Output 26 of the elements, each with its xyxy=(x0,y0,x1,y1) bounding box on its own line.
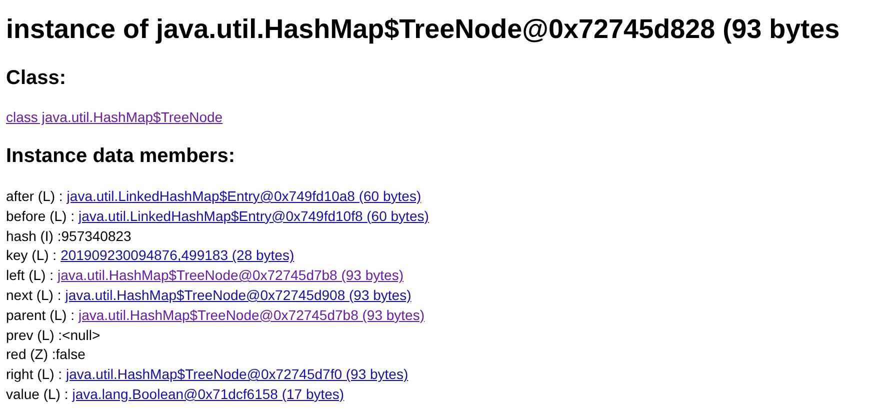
member-link[interactable]: java.util.HashMap$TreeNode@0x72745d7b8 (93 bytes) xyxy=(57,266,404,286)
member-label: hash (I) : xyxy=(6,226,62,246)
member-label: next (L) : xyxy=(6,286,62,305)
member-label: red (Z) : xyxy=(6,345,56,364)
member-label: key (L) : xyxy=(6,246,57,266)
member-label: value (L) : xyxy=(6,384,68,404)
member-label: before (L) : xyxy=(6,206,74,226)
member-link[interactable]: java.util.LinkedHashMap$Entry@0x749fd10a8 (60 bytes) xyxy=(66,187,422,207)
member-label: left (L) : xyxy=(6,266,54,286)
member-link[interactable]: 201909230094876,499183 (28 bytes) xyxy=(60,246,294,266)
page-title: instance of java.util.HashMap$TreeNode@0x72745d828 (93 bytes xyxy=(6,13,841,46)
member-label: parent (L) : xyxy=(6,306,74,325)
section-heading: Class: xyxy=(6,66,68,90)
member-value: <null> xyxy=(62,326,100,345)
member-link[interactable]: java.lang.Boolean@0x71dcf6158 (17 bytes) xyxy=(72,384,344,405)
member-link[interactable]: java.util.HashMap$TreeNode@0x72745d7f0 (93 bytes) xyxy=(66,365,408,385)
member-link[interactable]: java.util.HashMap$TreeNode@0x72745d908 (93 bytes) xyxy=(65,286,412,306)
section-heading: Instance data members: xyxy=(6,144,236,168)
member-link[interactable]: java.util.HashMap$TreeNode@0x72745d7b8 (93 bytes) xyxy=(78,306,424,326)
member-value: 957340823 xyxy=(61,226,132,246)
member-label: prev (L) : xyxy=(6,326,62,345)
member-link[interactable]: java.util.LinkedHashMap$Entry@0x749fd10f8 (60 bytes) xyxy=(78,206,429,227)
member-label: after (L) : xyxy=(6,187,63,206)
class-link[interactable]: class java.util.HashMap$TreeNode xyxy=(6,109,223,125)
member-label: right (L) : xyxy=(6,365,62,384)
member-value: false xyxy=(56,345,86,364)
